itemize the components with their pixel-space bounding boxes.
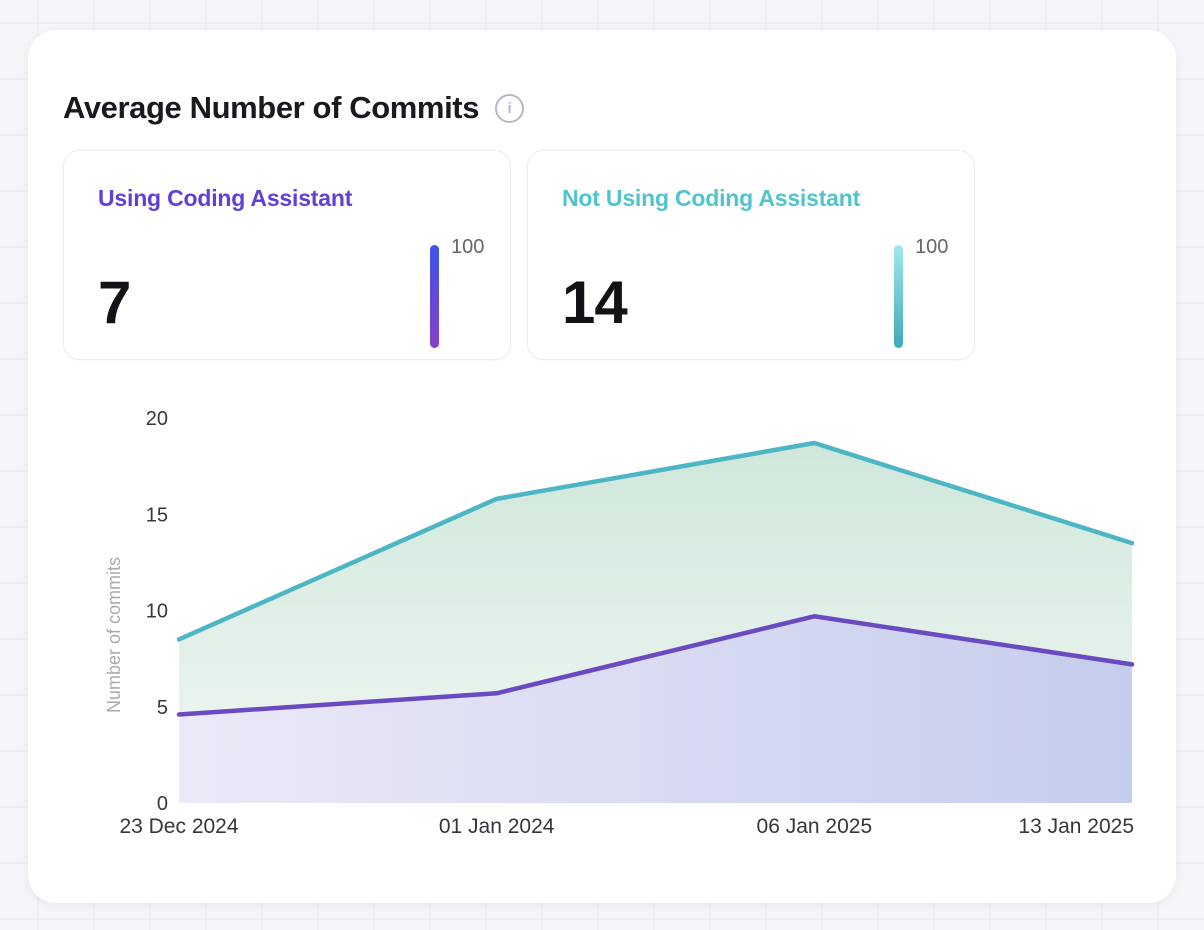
x-axis-label: 06 Jan 2025 (757, 815, 873, 838)
y-tick-label: 20 (146, 408, 168, 430)
y-tick-label: 0 (157, 793, 168, 815)
average-commits-card: Average Number of Commits i Using Coding… (28, 30, 1176, 903)
chart-container: 0 5 10 15 20 23 Dec 2024 01 Jan 2024 06 Jan 202… (28, 400, 1176, 870)
stat-card-not-using-assistant: Not Using Coding Assistant 14 100 (527, 150, 975, 360)
stat-value: 14 (562, 273, 627, 333)
x-axis-label: 01 Jan 2024 (439, 815, 555, 838)
stat-scale: 100 (894, 237, 960, 347)
info-icon[interactable]: i (495, 94, 524, 123)
y-tick-label: 10 (146, 601, 168, 623)
page-background: Average Number of Commits i Using Coding… (0, 0, 1204, 930)
stat-scale-max-label: 100 (451, 237, 484, 257)
stat-cards-row: Using Coding Assistant 7 100 Not Using C… (63, 150, 975, 360)
stat-scale: 100 (430, 237, 496, 347)
stat-scale-bar (894, 245, 903, 348)
y-tick-label: 5 (157, 697, 168, 719)
stat-scale-bar (430, 245, 439, 348)
card-header: Average Number of Commits i (63, 90, 524, 126)
stat-title: Not Using Coding Assistant (562, 185, 940, 212)
page-title: Average Number of Commits (63, 90, 479, 126)
x-axis-label: 13 Jan 2025 (1018, 815, 1134, 838)
y-tick-label: 15 (146, 504, 168, 526)
x-axis-label: 23 Dec 2024 (119, 815, 238, 838)
y-axis-title: Number of commits (104, 557, 124, 713)
commits-chart[interactable]: 0 5 10 15 20 23 Dec 2024 01 Jan 2024 06 Jan 202… (28, 400, 1176, 870)
stat-title: Using Coding Assistant (98, 185, 476, 212)
stat-value: 7 (98, 273, 130, 333)
stat-scale-max-label: 100 (915, 237, 948, 257)
stat-card-using-assistant: Using Coding Assistant 7 100 (63, 150, 511, 360)
